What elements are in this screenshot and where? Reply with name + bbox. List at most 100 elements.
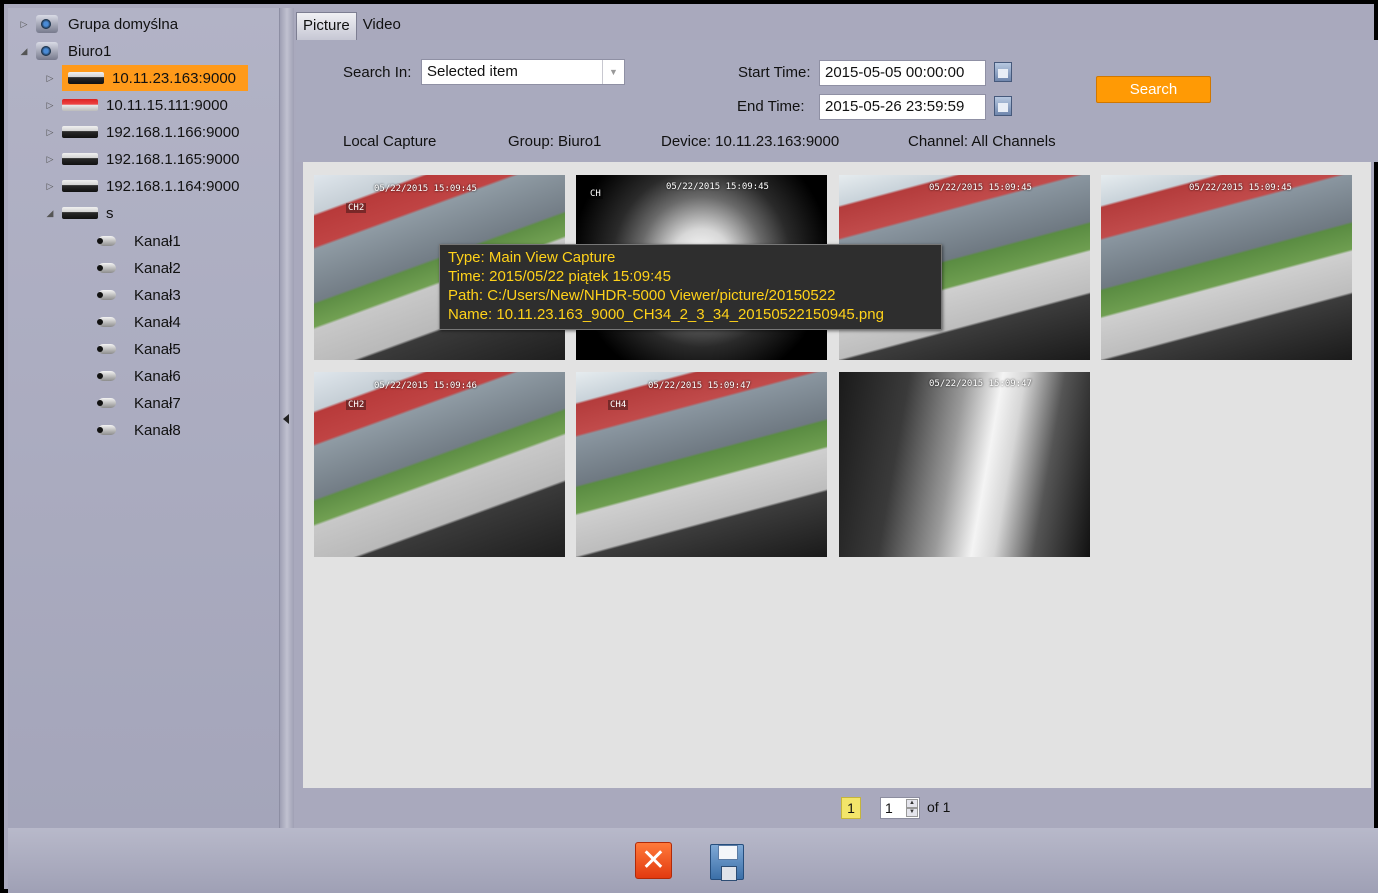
tree-device-label: 192.168.1.164:9000 xyxy=(106,177,240,195)
tab-bar: Picture Video xyxy=(296,12,407,40)
dvr-device-icon xyxy=(62,126,98,138)
search-button[interactable]: Search xyxy=(1096,76,1211,103)
dvr-device-icon xyxy=(62,99,98,111)
floppy-disk-icon[interactable] xyxy=(710,844,744,881)
device-tree-panel: ▷ Grupa domyślna ◢ Biuro1 ▷ 10.11.23.163… xyxy=(8,8,280,828)
thumbnail-7[interactable]: 05/22/2015 15:09:47 xyxy=(839,372,1090,557)
thumbnail-timestamp: 05/22/2015 15:09:45 xyxy=(929,183,1032,193)
tree-channel-label: Kanał4 xyxy=(134,313,181,331)
channel-info: Channel: All Channels xyxy=(908,133,1056,150)
thumbnail-5[interactable]: 05/22/2015 15:09:46 CH2 xyxy=(314,372,565,557)
tree-channel-label: Kanał6 xyxy=(134,367,181,385)
thumbnail-timestamp: 05/22/2015 15:09:45 xyxy=(374,184,477,194)
thumbnail-channel-tag: CH xyxy=(588,189,603,199)
camera-channel-icon xyxy=(96,343,124,355)
tree-channel-1[interactable]: Kanał1 xyxy=(96,228,181,254)
thumbnail-4[interactable]: 05/22/2015 15:09:45 xyxy=(1101,175,1352,360)
tree-channel-5[interactable]: Kanał5 xyxy=(96,336,181,362)
collapse-panel-arrow-icon[interactable] xyxy=(283,414,289,424)
tree-channel-7[interactable]: Kanał7 xyxy=(96,390,181,416)
chevron-down-icon[interactable]: ▼ xyxy=(602,60,624,84)
tree-device-label: 10.11.23.163:9000 xyxy=(112,69,237,87)
tree-device-4[interactable]: ▷ 192.168.1.164:9000 xyxy=(44,173,240,199)
camera-channel-icon xyxy=(96,316,124,328)
expand-arrow-icon[interactable]: ▷ xyxy=(44,99,56,111)
group-info: Group: Biuro1 xyxy=(508,133,602,150)
tree-channel-6[interactable]: Kanał6 xyxy=(96,363,181,389)
end-time-label: End Time: xyxy=(737,98,805,115)
tree-device-3[interactable]: ▷ 192.168.1.165:9000 xyxy=(44,146,240,172)
thumbnail-timestamp: 05/22/2015 15:09:45 xyxy=(666,182,769,192)
tree-channel-label: Kanał2 xyxy=(134,259,181,277)
thumbnail-channel-tag: CH4 xyxy=(608,400,629,410)
expand-arrow-icon[interactable]: ▷ xyxy=(44,180,56,192)
tree-device-label: 192.168.1.165:9000 xyxy=(106,150,240,168)
search-in-label: Search In: xyxy=(343,64,412,81)
tree-group-default[interactable]: ▷ Grupa domyślna xyxy=(18,11,178,37)
page-spinbox[interactable]: 1 ▲ ▼ xyxy=(880,797,920,819)
tree-channel-label: Kanał3 xyxy=(134,286,181,304)
thumbnail-channel-tag: CH2 xyxy=(346,203,367,213)
tree-device-5[interactable]: ◢ s xyxy=(44,200,114,226)
tree-channel-4[interactable]: Kanał4 xyxy=(96,309,181,335)
tree-channel-3[interactable]: Kanał3 xyxy=(96,282,181,308)
tab-picture[interactable]: Picture xyxy=(296,12,357,40)
calendar-icon[interactable] xyxy=(994,62,1012,82)
camera-channel-icon xyxy=(96,424,124,436)
pagination-bar: 1 1 ▲ ▼ of 1 xyxy=(296,788,1378,828)
tree-device-1[interactable]: ▷ 10.11.15.111:9000 xyxy=(44,92,228,118)
camera-group-icon xyxy=(36,42,58,60)
page-total: of 1 xyxy=(927,799,951,815)
camera-channel-icon xyxy=(96,397,124,409)
panel-splitter[interactable] xyxy=(280,8,294,828)
tree-channel-label: Kanał1 xyxy=(134,232,181,250)
expand-arrow-icon[interactable]: ▷ xyxy=(44,72,56,84)
tree-channel-label: Kanał5 xyxy=(134,340,181,358)
tooltip-type: Type: Main View Capture xyxy=(448,249,616,266)
tooltip-time: Time: 2015/05/22 piątek 15:09:45 xyxy=(448,268,671,285)
tab-video[interactable]: Video xyxy=(357,12,407,40)
camera-group-icon xyxy=(36,15,58,33)
spin-up-icon[interactable]: ▲ xyxy=(906,799,918,808)
tree-device-0[interactable]: ▷ 10.11.23.163:9000 xyxy=(44,65,249,91)
thumbnail-timestamp: 05/22/2015 15:09:45 xyxy=(1189,183,1292,193)
close-icon[interactable]: ✕ xyxy=(635,842,672,879)
expand-arrow-icon[interactable]: ▷ xyxy=(44,153,56,165)
spin-down-icon[interactable]: ▼ xyxy=(906,808,918,817)
thumbnail-timestamp: 05/22/2015 15:09:47 xyxy=(648,381,751,391)
dvr-device-icon xyxy=(62,180,98,192)
end-time-field[interactable]: 2015-05-26 23:59:59 xyxy=(819,94,986,120)
search-in-value: Selected item xyxy=(427,63,518,80)
tree-channel-8[interactable]: Kanał8 xyxy=(96,417,181,443)
capture-source-label: Local Capture xyxy=(343,133,437,150)
start-time-field[interactable]: 2015-05-05 00:00:00 xyxy=(819,60,986,86)
thumbnail-channel-tag: CH2 xyxy=(346,400,367,410)
search-toolbar: Search In: Selected item ▼ Start Time: 2… xyxy=(296,40,1378,162)
tree-group-label: Grupa domyślna xyxy=(68,15,179,33)
tree-channel-2[interactable]: Kanał2 xyxy=(96,255,181,281)
tree-group-label: Biuro1 xyxy=(68,42,112,60)
page-number-button[interactable]: 1 xyxy=(841,797,861,819)
collapse-arrow-icon[interactable]: ◢ xyxy=(18,45,30,57)
camera-channel-icon xyxy=(96,235,124,247)
tree-channel-label: Kanał7 xyxy=(134,394,181,412)
tree-group-biuro1[interactable]: ◢ Biuro1 xyxy=(18,38,111,64)
page-spin-value: 1 xyxy=(885,800,893,816)
tooltip-path: Path: C:/Users/New/NHDR-5000 Viewer/pict… xyxy=(448,287,836,304)
tree-device-label: s xyxy=(106,204,114,222)
selected-device-highlight[interactable]: 10.11.23.163:9000 xyxy=(62,65,249,91)
capture-info-tooltip: Type: Main View Capture Time: 2015/05/22… xyxy=(439,244,942,330)
tree-device-2[interactable]: ▷ 192.168.1.166:9000 xyxy=(44,119,240,145)
camera-channel-icon xyxy=(96,370,124,382)
end-time-value: 2015-05-26 23:59:59 xyxy=(825,98,965,115)
collapse-arrow-icon[interactable]: ◢ xyxy=(44,207,56,219)
dvr-device-icon xyxy=(68,72,104,84)
calendar-icon[interactable] xyxy=(994,96,1012,116)
expand-arrow-icon[interactable]: ▷ xyxy=(18,18,30,30)
app-window: ▷ Grupa domyślna ◢ Biuro1 ▷ 10.11.23.163… xyxy=(0,0,1378,893)
search-in-select[interactable]: Selected item ▼ xyxy=(421,59,625,85)
bottom-action-bar xyxy=(8,828,1378,893)
expand-arrow-icon[interactable]: ▷ xyxy=(44,126,56,138)
camera-channel-icon xyxy=(96,262,124,274)
thumbnail-6[interactable]: 05/22/2015 15:09:47 CH4 xyxy=(576,372,827,557)
